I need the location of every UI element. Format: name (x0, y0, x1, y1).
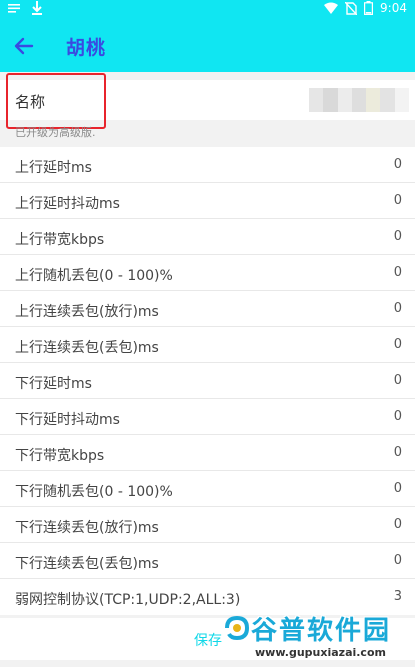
param-label: 下行连续丢包(丢包)ms (15, 556, 159, 572)
param-value: 3 (393, 589, 402, 604)
param-value: 0 (393, 409, 402, 424)
param-label: 下行带宽kbps (15, 448, 105, 464)
param-label: 下行延时抖动ms (15, 412, 120, 428)
param-row-downlink-jitter[interactable]: 下行延时抖动ms 0 (0, 399, 415, 435)
battery-icon (364, 1, 374, 15)
watermark: 谷普软件园 www.gupuxiazai.com (223, 608, 411, 664)
param-row-downlink-delay[interactable]: 下行延时ms 0 (0, 363, 415, 399)
param-label: 上行连续丢包(丢包)ms (15, 340, 159, 356)
param-row-downlink-random-loss[interactable]: 下行随机丢包(0 - 100)% 0 (0, 471, 415, 507)
param-label: 下行延时ms (15, 376, 92, 392)
status-bar: 9:04 (0, 0, 415, 18)
param-value: 0 (393, 481, 402, 496)
param-row-uplink-delay[interactable]: 上行延时ms 0 (0, 147, 415, 183)
param-value: 0 (393, 265, 402, 280)
param-value: 0 (393, 445, 402, 460)
watermark-logo-icon (225, 615, 250, 641)
watermark-title: 谷普软件园 (251, 616, 392, 646)
param-row-uplink-burst-drop[interactable]: 上行连续丢包(丢包)ms 0 (0, 327, 415, 363)
notification-icon (8, 3, 20, 13)
param-label: 上行随机丢包(0 - 100)% (15, 268, 173, 284)
param-value: 0 (393, 229, 402, 244)
param-label: 上行连续丢包(放行)ms (15, 304, 159, 320)
upgrade-hint: 已开级为高级版. (15, 126, 96, 139)
name-value-redacted (309, 88, 409, 112)
param-label: 上行延时ms (15, 160, 92, 176)
param-value: 0 (393, 373, 402, 388)
param-value: 0 (393, 301, 402, 316)
toolbar: 胡桃 (0, 18, 415, 72)
param-row-downlink-burst-pass[interactable]: 下行连续丢包(放行)ms 0 (0, 507, 415, 543)
download-icon (32, 1, 42, 15)
param-label: 上行带宽kbps (15, 232, 105, 248)
page-title: 胡桃 (66, 37, 107, 59)
arrow-left-icon (14, 37, 34, 55)
wifi-icon (324, 2, 339, 14)
param-row-uplink-jitter[interactable]: 上行延时抖动ms 0 (0, 183, 415, 219)
param-list: 上行延时ms 0 上行延时抖动ms 0 上行带宽kbps 0 上行随机丢包(0 … (0, 147, 415, 615)
param-value: 0 (393, 157, 402, 172)
param-label: 上行延时抖动ms (15, 196, 120, 212)
param-row-downlink-burst-drop[interactable]: 下行连续丢包(丢包)ms 0 (0, 543, 415, 579)
param-value: 0 (393, 517, 402, 532)
back-button[interactable] (8, 30, 40, 62)
save-label: 保存 (194, 633, 222, 649)
param-label: 下行随机丢包(0 - 100)% (15, 484, 173, 500)
param-row-uplink-random-loss[interactable]: 上行随机丢包(0 - 100)% 0 (0, 255, 415, 291)
param-row-uplink-burst-pass[interactable]: 上行连续丢包(放行)ms 0 (0, 291, 415, 327)
param-row-downlink-bandwidth[interactable]: 下行带宽kbps 0 (0, 435, 415, 471)
highlight-annotation (6, 73, 106, 129)
param-value: 0 (393, 193, 402, 208)
param-label: 弱网控制协议(TCP:1,UDP:2,ALL:3) (15, 592, 241, 608)
watermark-url: www.gupuxiazai.com (255, 646, 386, 659)
status-time: 9:04 (380, 1, 407, 15)
param-label: 下行连续丢包(放行)ms (15, 520, 159, 536)
param-value: 0 (393, 553, 402, 568)
param-row-uplink-bandwidth[interactable]: 上行带宽kbps 0 (0, 219, 415, 255)
no-sim-icon (345, 1, 358, 15)
param-value: 0 (393, 337, 402, 352)
